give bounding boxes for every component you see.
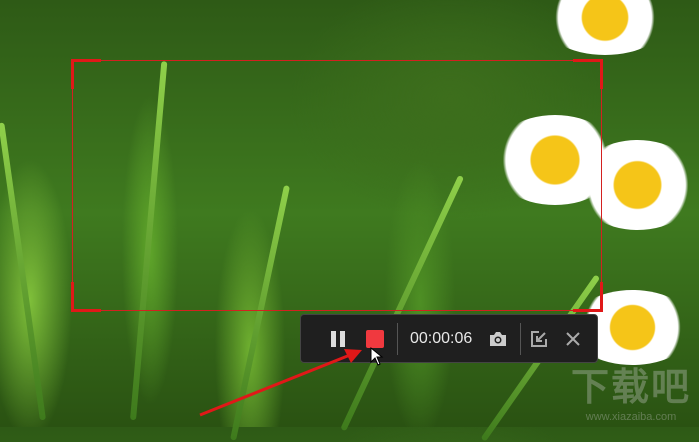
watermark: 下载吧 www.xiazaiba.com [571, 356, 691, 423]
watermark-logo: 下载吧 [570, 367, 691, 409]
mouse-cursor-icon [370, 347, 384, 366]
watermark-url: www.xiazaiba.com [585, 411, 677, 423]
